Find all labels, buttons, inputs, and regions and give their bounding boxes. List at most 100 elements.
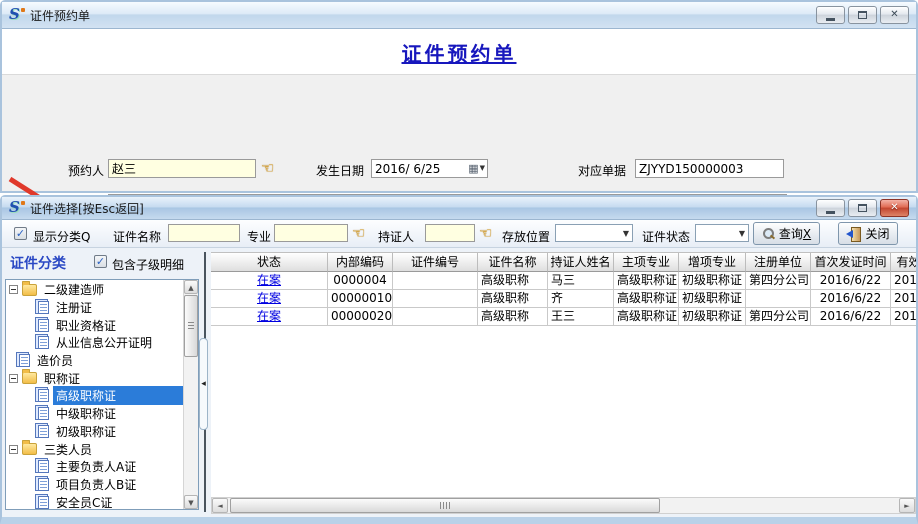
tree-item[interactable]: 从业信息公开证明 (6, 334, 183, 352)
column-header[interactable]: 有效时间 (891, 253, 916, 272)
expander-minus-icon[interactable] (9, 374, 18, 383)
major-label: 专业 (247, 228, 271, 245)
category-tree: 二级建造师注册证职业资格证从业信息公开证明造价员职称证高级职称证中级职称证初级职… (6, 281, 183, 509)
expander-minus-icon[interactable] (9, 285, 18, 294)
table-cell: 高级职称证 (614, 272, 679, 290)
status-link[interactable]: 在案 (257, 273, 281, 287)
maximize-button[interactable] (848, 199, 877, 217)
table-cell: 高级职称证 (614, 308, 679, 326)
certificate-select-titlebar[interactable]: S 证件选择[按Esc返回] ✕ (2, 197, 916, 220)
close-button[interactable]: ✕ (880, 6, 909, 24)
scroll-thumb[interactable] (230, 498, 660, 513)
tree-item[interactable]: 三类人员 (6, 440, 183, 458)
close-window-button-label: 关闭 (865, 225, 889, 242)
reservation-titlebar[interactable]: S 证件预约单 ✕ (2, 2, 916, 29)
table-row[interactable]: 在案00000010高级职称齐高级职称证初级职称证2016/6/222017/6… (211, 290, 916, 308)
tree-item[interactable]: 高级职称证 (6, 387, 183, 405)
column-header[interactable]: 首次发证时间 (811, 253, 891, 272)
tree-item[interactable]: 中级职称证 (6, 405, 183, 423)
reserver-input[interactable] (108, 159, 256, 178)
date-field[interactable]: 2016/ 6/25 ▦ ▼ (371, 159, 488, 178)
table-cell: 2017/6/22 (891, 290, 916, 308)
table-row[interactable]: 在案0000004高级职称马三高级职称证初级职称证第四分公司2016/6/222… (211, 272, 916, 290)
tree-item[interactable]: 主要负责人A证 (6, 458, 183, 476)
close-window-button[interactable]: 关闭 (838, 222, 898, 245)
app-icon: S (9, 7, 25, 23)
certificate-select-window: S 证件选择[按Esc返回] ✕ ✓ 显示分类Q 证件名称 专业 ☜ 持证人 ☜… (0, 195, 918, 524)
include-children-label: 包含子级明细 (112, 256, 184, 273)
tree-item[interactable]: 初级职称证 (6, 423, 183, 441)
maximize-button[interactable] (848, 6, 877, 24)
app-icon: S (9, 200, 25, 216)
document-icon (38, 319, 49, 332)
maximize-icon (858, 11, 867, 19)
document-number-input[interactable] (635, 159, 784, 178)
column-header[interactable]: 内部编码 (328, 253, 393, 272)
date-dropdown-button[interactable]: ▦ ▼ (467, 161, 486, 176)
hand-picker-icon[interactable]: ☜ (261, 159, 274, 178)
tree-item[interactable]: 注册证 (6, 299, 183, 317)
column-header[interactable]: 主项专业 (614, 253, 679, 272)
table-horizontal-scrollbar[interactable]: ◄ ► (211, 497, 916, 514)
tree-item[interactable]: 项目负责人B证 (6, 476, 183, 494)
table-cell: 马三 (548, 272, 614, 290)
document-icon (38, 478, 49, 491)
show-category-checkbox[interactable]: ✓ (14, 227, 27, 240)
calendar-icon: ▦ (468, 163, 478, 174)
tree-item-label: 安全员C证 (53, 493, 115, 510)
column-header[interactable]: 增项专业 (679, 253, 746, 272)
status-link[interactable]: 在案 (257, 291, 281, 305)
table-cell: 2017/6/22 (891, 308, 916, 326)
cert-name-input[interactable] (168, 224, 240, 242)
tree-item[interactable]: 造价员 (6, 352, 183, 370)
category-tree-box: 二级建造师注册证职业资格证从业信息公开证明造价员职称证高级职称证中级职称证初级职… (5, 279, 199, 510)
scroll-down-button[interactable]: ▼ (184, 495, 198, 509)
tree-vertical-scrollbar[interactable]: ▲ ▼ (183, 280, 198, 509)
table-cell: 2017/6/22 (891, 272, 916, 290)
scroll-thumb[interactable] (184, 295, 198, 357)
panel-splitter-handle[interactable]: ◂ (199, 338, 208, 430)
document-icon (38, 301, 49, 314)
table-cell: 初级职称证 (679, 272, 746, 290)
expander-minus-icon[interactable] (9, 445, 18, 454)
scroll-right-button[interactable]: ► (899, 498, 915, 513)
column-header[interactable]: 状态 (211, 253, 328, 272)
hand-picker-icon[interactable]: ☜ (479, 224, 492, 243)
maximize-icon (858, 204, 867, 212)
status-link[interactable]: 在案 (257, 309, 281, 323)
cert-status-select[interactable]: ▼ (695, 224, 749, 242)
query-button[interactable]: 查询X (753, 222, 820, 245)
cert-name-label: 证件名称 (113, 228, 161, 245)
scroll-up-button[interactable]: ▲ (184, 280, 198, 294)
location-select[interactable]: ▼ (555, 224, 633, 242)
tree-item-label: 高级职称证 (53, 386, 119, 405)
column-header[interactable]: 证件编号 (393, 253, 478, 272)
column-header[interactable]: 持证人姓名 (548, 253, 614, 272)
tree-item-label: 项目负责人B证 (53, 475, 139, 494)
thumb-grip (188, 322, 194, 330)
holder-input[interactable] (425, 224, 475, 242)
column-header[interactable]: 证件名称 (478, 253, 548, 272)
page-title: 证件预约单 (402, 38, 517, 67)
tree-item[interactable]: 二级建造师 (6, 281, 183, 299)
minimize-button[interactable] (816, 199, 845, 217)
column-header[interactable]: 注册单位 (746, 253, 811, 272)
table-cell: 第四分公司 (746, 308, 811, 326)
category-panel-title: 证件分类 (10, 253, 66, 273)
include-children-checkbox[interactable]: ✓ (94, 255, 107, 268)
document-icon (38, 460, 49, 473)
table-cell (393, 308, 478, 326)
minimize-button[interactable] (816, 6, 845, 24)
hand-picker-icon[interactable]: ☜ (352, 224, 365, 243)
tree-item[interactable]: 职业资格证 (6, 316, 183, 334)
tree-item[interactable]: 职称证 (6, 369, 183, 387)
table-row[interactable]: 在案00000020高级职称王三高级职称证初级职称证第四分公司2016/6/22… (211, 308, 916, 326)
scroll-left-button[interactable]: ◄ (212, 498, 228, 513)
document-number-label: 对应单据 (578, 162, 626, 179)
show-category-label: 显示分类Q (33, 228, 90, 245)
date-label: 发生日期 (316, 162, 364, 179)
major-input[interactable] (274, 224, 348, 242)
close-button[interactable]: ✕ (880, 199, 909, 217)
certificate-select-window-title: 证件选择[按Esc返回] (30, 200, 144, 217)
tree-item[interactable]: 安全员C证 (6, 493, 183, 510)
